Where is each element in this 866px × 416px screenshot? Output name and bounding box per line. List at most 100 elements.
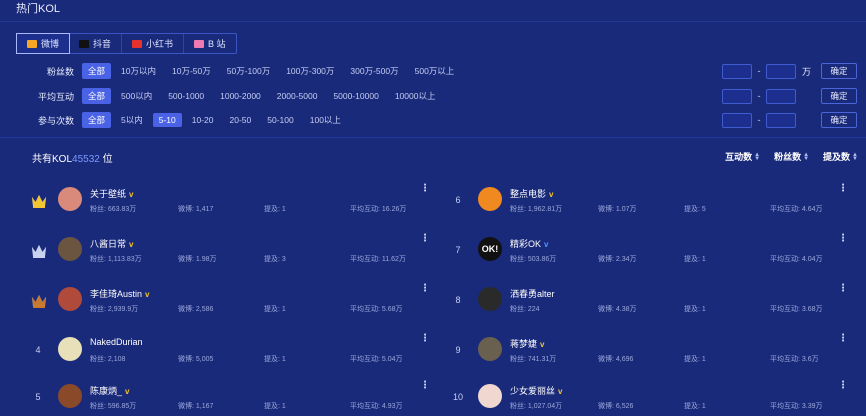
kol-name[interactable]: 少女爱丽丝 v [510,384,562,397]
kol-name[interactable]: 洒春勇alter [510,287,555,300]
filter-option[interactable]: 100万-300万 [280,63,340,79]
avatar[interactable] [478,287,502,311]
platform-tab[interactable]: 微博 [16,33,71,54]
kol-mentions: 提及: 1 [264,206,286,213]
kol-name[interactable]: 八酱日常 v [90,237,133,250]
platform-tab[interactable]: 小红书 [122,34,185,53]
more-options-icon[interactable]: ⋮ [420,283,430,294]
filter-option[interactable]: 50万-100万 [221,63,276,79]
more-options-icon[interactable]: ⋮ [838,283,848,294]
kol-name[interactable]: 蒋梦婕 v [510,337,544,350]
more-options-icon[interactable]: ⋮ [420,333,430,344]
range-min-input[interactable] [722,63,752,79]
filter-option[interactable]: 5以内 [115,112,149,128]
kol-mentions: 提及: 3 [264,256,286,263]
range-min-input[interactable] [722,88,752,104]
platform-tab[interactable]: 抖音 [69,34,123,53]
range-max-input[interactable] [766,63,796,79]
kol-row[interactable]: 7 OK! 精彩OK v 粉丝: 503.86万 微博: 2.34万 提及: 1 平均互动: … [448,233,848,273]
more-options-icon[interactable]: ⋮ [838,380,848,391]
kol-row[interactable]: 10 少女爱丽丝 v 粉丝: 1,027.04万 微博: 6,526 提及: 1 平均互动:… [448,380,848,416]
filter-option[interactable]: 2000-5000 [271,89,324,103]
kol-row[interactable]: 关于壁纸 v 粉丝: 663.83万 微博: 1,417 提及: 1 平均互动: 16.2… [28,183,430,223]
kol-name-text: 蒋梦婕 [510,339,538,349]
more-options-icon[interactable]: ⋮ [420,233,430,244]
kol-mentions: 提及: 1 [684,403,706,410]
filter-option[interactable]: 10000以上 [389,88,442,104]
kol-avg: 平均互动: 3.39万 [770,403,823,410]
filter-option[interactable]: 500以内 [115,88,158,104]
result-count: 共有KOL45532 位 [32,150,113,165]
kol-weibo: 微博: 1.98万 [178,256,217,263]
kol-mentions: 提及: 1 [684,256,706,263]
rank-number: 10 [452,392,463,402]
more-options-icon[interactable]: ⋮ [420,380,430,391]
kol-weibo: 微博: 5,005 [178,356,214,363]
kol-name[interactable]: 整点电影 v [510,187,553,200]
confirm-button[interactable]: 确定 [821,63,857,79]
more-options-icon[interactable]: ⋮ [838,233,848,244]
more-options-icon[interactable]: ⋮ [838,183,848,194]
kol-row[interactable]: 4 NakedDurian 粉丝: 2,108 微博: 5,005 提及: 1 平均互动:… [28,333,430,373]
kol-mentions: 提及: 1 [684,356,706,363]
avatar[interactable] [478,337,502,361]
kol-weibo: 微博: 2.34万 [598,256,637,263]
filter-option[interactable]: 全部 [82,63,112,79]
filter-option[interactable]: 1000-2000 [214,89,267,103]
crown-gold-icon [30,193,48,209]
kol-row[interactable]: 9 蒋梦婕 v 粉丝: 741.31万 微博: 4,696 提及: 1 平均互动: 3.6万… [448,333,848,373]
filter-option[interactable]: 50-100 [261,113,299,127]
filter-option[interactable]: 10万以内 [115,63,162,79]
platform-tab-label: 抖音 [93,39,112,49]
section-divider [0,137,866,138]
range-max-input[interactable] [766,112,796,128]
avatar[interactable] [58,187,82,211]
kol-name-text: 精彩OK [510,239,542,249]
filter-label: 粉丝数 [46,66,74,77]
filter-row: 粉丝数 全部 10万以内 10万-50万 50万-100万 100万-300万 300万-5… [0,63,866,79]
sort-0[interactable]: 互动数 ▲ ▼ [725,150,760,163]
sort-2[interactable]: 提及数 ▲ ▼ [823,150,858,163]
more-options-icon[interactable]: ⋮ [420,183,430,194]
kol-row[interactable]: 6 整点电影 v 粉丝: 1,962.81万 微博: 1.07万 提及: 5 平均互动: 4… [448,183,848,223]
filter-option[interactable]: 5-10 [152,113,182,127]
avatar[interactable] [58,384,82,408]
filter-option[interactable]: 500-1000 [162,89,210,103]
kol-row[interactable]: 8 洒春勇alter 粉丝: 224 微博: 4.38万 提及: 1 平均互动: 3.68… [448,283,848,323]
more-options-icon[interactable]: ⋮ [838,333,848,344]
kol-name[interactable]: 关于壁纸 v [90,187,133,200]
filter-option[interactable]: 20-50 [224,113,258,127]
kol-fans: 粉丝: 2,939.9万 [90,306,139,313]
confirm-button[interactable]: 确定 [821,112,857,128]
platform-tab[interactable]: B 站 [184,34,236,53]
kol-row[interactable]: 李佳琦Austin v 粉丝: 2,939.9万 微博: 2,586 提及: 1 平均互动… [28,283,430,323]
avatar[interactable] [58,337,82,361]
filter-option[interactable]: 全部 [82,112,112,128]
avatar[interactable] [478,187,502,211]
kol-row[interactable]: 5 陈康炳_ v 粉丝: 596.85万 微博: 1,167 提及: 1 平均互动: 4.9… [28,380,430,416]
kol-fans: 粉丝: 224 [510,306,540,313]
kol-name[interactable]: 陈康炳_ v [90,384,129,397]
filter-option[interactable]: 5000-10000 [327,89,384,103]
avatar[interactable] [58,237,82,261]
sort-1[interactable]: 粉丝数 ▲ ▼ [774,150,809,163]
filter-option[interactable]: 100以上 [304,112,347,128]
avatar[interactable] [58,287,82,311]
avatar[interactable] [478,384,502,408]
filter-option[interactable]: 300万-500万 [344,63,404,79]
filter-option[interactable]: 全部 [82,88,112,104]
filter-option[interactable]: 10-20 [186,113,220,127]
range-dash: - [757,91,761,101]
avatar[interactable]: OK! [478,237,502,261]
kol-name[interactable]: NakedDurian [90,337,143,347]
kol-name[interactable]: 李佳琦Austin v [90,287,149,300]
kol-row[interactable]: 八酱日常 v 粉丝: 1,113.83万 微博: 1.98万 提及: 3 平均互动: 11… [28,233,430,273]
filter-option[interactable]: 10万-50万 [166,63,217,79]
kol-weibo: 微博: 6,526 [598,403,634,410]
kol-name[interactable]: 精彩OK v [510,237,548,250]
confirm-button[interactable]: 确定 [821,88,857,104]
filter-option[interactable]: 500万以上 [409,63,461,79]
range-max-input[interactable] [766,88,796,104]
range-min-input[interactable] [722,112,752,128]
avatar-text: OK! [481,244,499,254]
